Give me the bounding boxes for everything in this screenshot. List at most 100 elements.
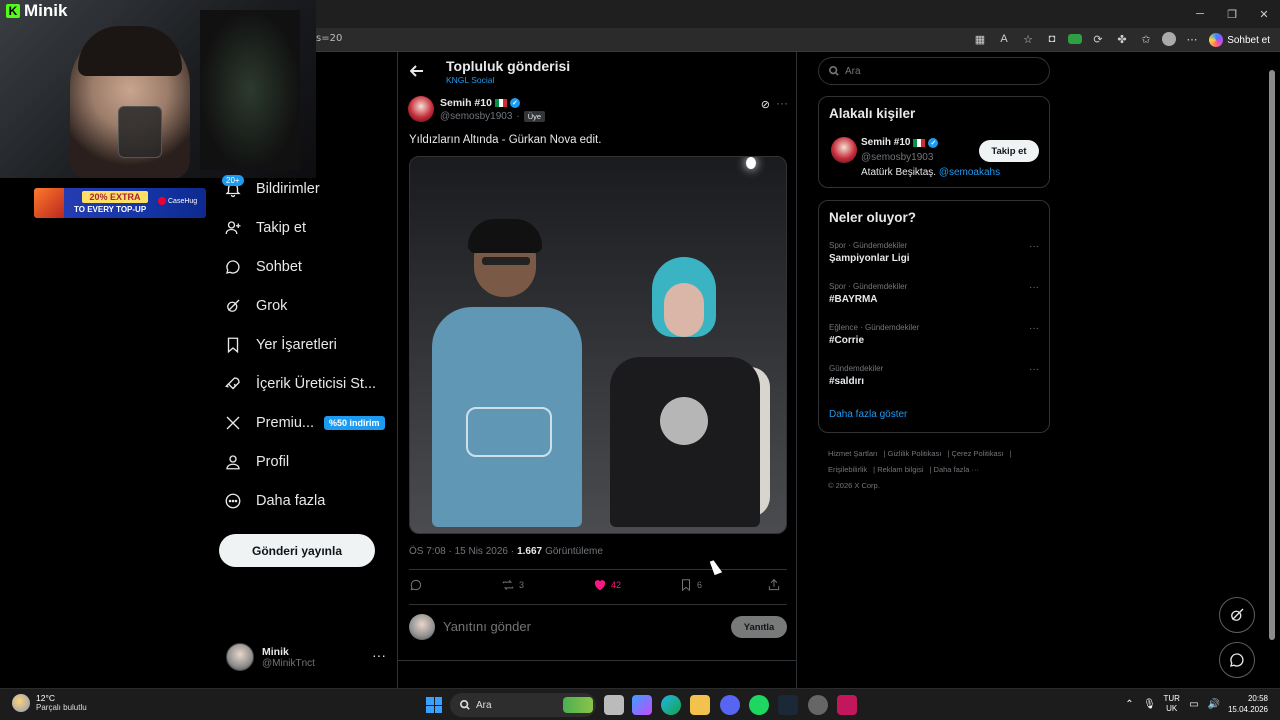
favorite-star-icon[interactable]: ☆: [1020, 31, 1036, 47]
spotify-icon[interactable]: [749, 695, 769, 715]
extension-icon[interactable]: ◘: [1044, 31, 1060, 47]
active-app-icon[interactable]: [837, 695, 857, 715]
author-handle[interactable]: @semosby1903: [440, 111, 512, 122]
ad-banner[interactable]: 20% EXTRA TO EVERY TOP-UP CaseHug: [34, 188, 206, 218]
app-icon[interactable]: [808, 695, 828, 715]
search-input[interactable]: [845, 65, 977, 77]
network-icon[interactable]: ▭: [1188, 698, 1200, 710]
nav-item-bookmarks[interactable]: Yer İşaretleri: [222, 330, 337, 360]
nav-item-grok[interactable]: Grok: [222, 291, 287, 321]
follow-button[interactable]: Takip et: [979, 140, 1039, 162]
more-dots-icon[interactable]: ···: [776, 96, 788, 110]
retweet-button[interactable]: 3: [501, 578, 524, 592]
trend-category: Eğlence · Gündemdekiler: [829, 323, 920, 332]
profile-avatar-icon[interactable]: [1162, 32, 1176, 46]
weather-widget[interactable]: 12°C Parçalı bulutlu: [12, 693, 87, 712]
footer-link[interactable]: Hizmet Şartları: [828, 449, 878, 458]
steam-icon[interactable]: [778, 695, 798, 715]
copilot-app-icon[interactable]: [632, 695, 652, 715]
drinking-glass: [118, 106, 162, 158]
read-aloud-icon[interactable]: A: [996, 31, 1012, 47]
speaker-icon[interactable]: 🔊: [1208, 698, 1220, 710]
scrollbar-thumb[interactable]: [1269, 70, 1275, 640]
input-language[interactable]: TUR UK: [1164, 694, 1180, 714]
stream-brand-name: Minik: [24, 1, 68, 20]
task-view-icon[interactable]: [604, 695, 624, 715]
related-bio-mention[interactable]: @semoakahs: [939, 167, 1000, 178]
refresh-extension-icon[interactable]: ⟳: [1090, 31, 1106, 47]
post-video[interactable]: [409, 156, 787, 534]
search-box[interactable]: [818, 57, 1050, 85]
url-text[interactable]: s=20: [316, 33, 342, 44]
more-dots-icon[interactable]: ···: [372, 647, 386, 663]
post-button[interactable]: Gönderi yayınla: [219, 534, 375, 567]
extensions-puzzle-icon[interactable]: ✤: [1114, 31, 1130, 47]
favorites-icon[interactable]: ✩: [1138, 31, 1154, 47]
copilot-chat-button[interactable]: Sohbet et: [1209, 31, 1270, 49]
more-dots-icon[interactable]: ···: [1029, 282, 1039, 293]
scrollbar[interactable]: [1268, 56, 1276, 686]
nav-item-chat[interactable]: Sohbet: [222, 252, 302, 282]
nav-item-creator-studio[interactable]: İçerik Üreticisi St...: [222, 369, 376, 399]
video-figure-man: [432, 219, 582, 527]
author-avatar[interactable]: [408, 96, 434, 122]
reply-input[interactable]: [443, 619, 683, 634]
file-explorer-icon[interactable]: [690, 695, 710, 715]
community-link[interactable]: KNGL Social: [446, 75, 494, 85]
trend-item[interactable]: Eğlence · Gündemdekiler #Corrie ···: [829, 323, 1039, 346]
divider: [409, 604, 787, 605]
messages-fab-button[interactable]: [1219, 642, 1255, 678]
nav-item-follow[interactable]: Takip et: [222, 213, 306, 243]
avatar: [226, 643, 254, 671]
premium-discount-badge: %50 indirim: [324, 416, 385, 430]
clock-date: 15.04.2026: [1227, 705, 1268, 714]
bookmark-count: 6: [697, 580, 703, 590]
more-dots-icon[interactable]: ···: [1029, 323, 1039, 334]
author-name-row[interactable]: Semih #10 ✓: [440, 97, 520, 109]
retweet-count: 3: [519, 580, 525, 590]
windows-start-icon[interactable]: [426, 697, 442, 713]
discord-icon[interactable]: [720, 695, 740, 715]
footer-link[interactable]: Daha fazla ···: [934, 465, 979, 474]
related-bio-text: Atatürk Beşiktaş.: [861, 167, 937, 178]
back-arrow-icon[interactable]: [409, 64, 424, 78]
copilot-icon: [1209, 33, 1224, 47]
grok-explain-icon[interactable]: ⊘: [761, 98, 770, 111]
microphone-icon[interactable]: 🎙: [1143, 698, 1156, 710]
account-switcher[interactable]: Minik @MinikTnct ···: [226, 641, 386, 673]
more-dots-icon[interactable]: ···: [1029, 364, 1039, 375]
avatar[interactable]: [831, 137, 857, 163]
nav-item-more[interactable]: Daha fazla: [222, 486, 325, 516]
more-dots-icon[interactable]: ···: [1029, 241, 1039, 252]
reply-button[interactable]: [409, 578, 423, 592]
trend-item[interactable]: Spor · Gündemdekiler Şampiyonlar Ligi ··…: [829, 241, 1039, 264]
footer-link[interactable]: Erişilebilirlik: [828, 465, 867, 474]
nav-item-profile[interactable]: Profil: [222, 447, 289, 477]
webcam-overlay: K Minik: [0, 0, 316, 178]
like-button[interactable]: 42: [593, 578, 621, 592]
clock[interactable]: 20:58 15.04.2026: [1228, 693, 1268, 715]
close-icon[interactable]: ✕: [1248, 0, 1280, 28]
footer-link[interactable]: Reklam bilgisi: [877, 465, 923, 474]
bookmark-button[interactable]: 6: [679, 578, 702, 592]
show-more-link[interactable]: Daha fazla göster: [829, 409, 907, 420]
edge-browser-icon[interactable]: [661, 695, 681, 715]
chevron-up-icon[interactable]: ⌃: [1124, 698, 1136, 710]
apps-icon[interactable]: ▦: [972, 31, 988, 47]
grok-fab-button[interactable]: [1219, 597, 1255, 633]
nav-item-notifications[interactable]: 20+ Bildirimler: [222, 174, 320, 204]
nav-item-premium[interactable]: Premiu... %50 indirim: [222, 408, 385, 438]
footer-link[interactable]: Gizlilik Politikası: [888, 449, 942, 458]
main-column: Topluluk gönderisi KNGL Social Semih #10…: [397, 52, 797, 688]
more-dots-icon[interactable]: ⋯: [1184, 31, 1200, 47]
share-button[interactable]: [767, 578, 781, 592]
reply-submit-button[interactable]: Yanıtla: [731, 616, 787, 638]
footer-link[interactable]: Çerez Politikası: [951, 449, 1003, 458]
extension-green-icon[interactable]: [1068, 34, 1082, 44]
trend-item[interactable]: Spor · Gündemdekiler #BAYRMA ···: [829, 282, 1039, 305]
minimize-icon[interactable]: ─: [1184, 0, 1216, 28]
post-time[interactable]: ÖS 7:08 · 15 Nis 2026 ·: [409, 546, 514, 557]
restore-icon[interactable]: ❐: [1216, 0, 1248, 28]
trend-item[interactable]: Gündemdekiler #saldırı ···: [829, 364, 1039, 387]
related-name-row[interactable]: Semih #10 ✓: [861, 137, 939, 148]
